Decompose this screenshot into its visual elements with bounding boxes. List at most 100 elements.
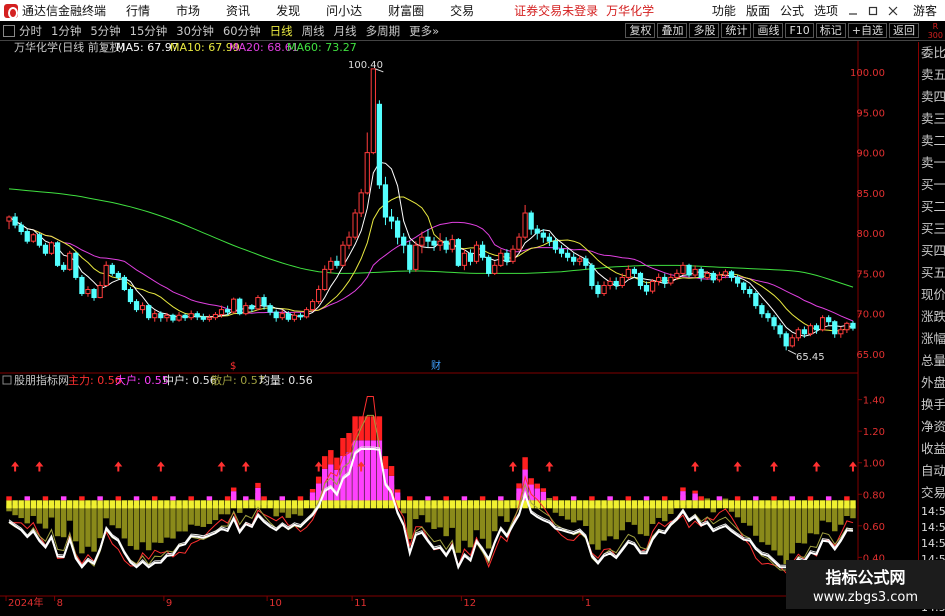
bar-zhonghu (698, 500, 704, 509)
period-weekly[interactable]: 周线 (302, 23, 325, 39)
bar-zhonghu (461, 500, 468, 509)
time-tick-label: 2024年 (8, 596, 43, 609)
menu-zixun[interactable]: 资讯 (226, 2, 250, 19)
quote-field[interactable]: 交易 (919, 482, 945, 504)
quote-field[interactable]: 涨跌 (919, 306, 945, 328)
quote-field[interactable]: 涨幅 (919, 328, 945, 350)
quote-field[interactable]: 卖四 (919, 86, 945, 108)
bar-sanhu (479, 505, 486, 539)
menu-hangqing[interactable]: 行情 (126, 2, 150, 19)
tool-f10[interactable]: F10 (785, 23, 814, 38)
menu-faxian[interactable]: 发现 (276, 2, 300, 19)
quote-field[interactable]: 现价 (919, 284, 945, 306)
period-monthly[interactable]: 月线 (334, 23, 357, 39)
bar-zhonghu (200, 500, 207, 509)
period-multi[interactable]: 多周期 (366, 23, 401, 39)
bar-sanhu (79, 505, 85, 554)
quote-field[interactable]: 买五 (919, 262, 945, 284)
menu-xuanxiang[interactable]: 选项 (814, 2, 838, 19)
maximize-icon[interactable] (868, 6, 878, 16)
candle-down (479, 244, 486, 258)
bar-sanhu (73, 505, 79, 542)
buy-arrows (11, 461, 857, 472)
quote-field[interactable]: 卖一 (919, 152, 945, 174)
bar-zhonghu (91, 500, 97, 509)
candle-up (85, 289, 91, 295)
quote-field[interactable]: 净资 (919, 416, 945, 438)
quote-field[interactable]: 14:56 (919, 504, 945, 520)
quote-field[interactable]: 外盘 (919, 372, 945, 394)
candle-up (619, 276, 625, 286)
menu-wenxiaoda[interactable]: 问小达 (326, 2, 362, 19)
bar-sanhu (643, 505, 650, 536)
quote-field[interactable]: 委比 (919, 42, 945, 64)
candle-down (334, 260, 340, 266)
period-30min[interactable]: 30分钟 (176, 23, 214, 39)
user-guest[interactable]: 游客 (913, 2, 937, 19)
tool-tongji[interactable]: 统计 (721, 23, 752, 38)
page-toggle-icon[interactable] (3, 24, 15, 37)
bar-sanhu (485, 505, 492, 549)
menu-gongshi[interactable]: 公式 (780, 2, 804, 19)
quote-field[interactable]: 总量 (919, 350, 945, 372)
candle-down (455, 239, 461, 266)
tool-diejia[interactable]: 叠加 (657, 23, 688, 38)
quote-field[interactable]: 换手 (919, 394, 945, 416)
bar-zhonghu (237, 500, 243, 509)
candle-down (637, 272, 644, 286)
quote-field[interactable]: 自动 (919, 460, 945, 482)
login-status[interactable]: 证券交易未登录 (514, 2, 598, 19)
min-pointer (787, 349, 797, 355)
bar-small (79, 496, 85, 501)
period-fenshi[interactable]: 分时 (19, 23, 42, 39)
period-5min[interactable]: 5分钟 (90, 23, 120, 39)
candle-up (212, 313, 219, 319)
quote-field[interactable]: 卖三 (919, 108, 945, 130)
menu-jiaoyi[interactable]: 交易 (450, 2, 474, 19)
menu-shichang[interactable]: 市场 (176, 2, 200, 19)
bar-sanhu (97, 505, 103, 539)
quote-field[interactable]: 买四 (919, 240, 945, 262)
quote-field[interactable]: 14:56 (919, 520, 945, 536)
close-icon[interactable] (888, 6, 898, 16)
quote-field[interactable]: 14:56 (919, 536, 945, 552)
period-more[interactable]: 更多» (409, 23, 439, 39)
bar-zhonghu (400, 500, 407, 509)
candle-up (370, 68, 376, 154)
quote-field[interactable]: 买二 (919, 196, 945, 218)
tool-back[interactable]: 返回 (889, 23, 919, 38)
tool-biaoji[interactable]: 标记 (815, 23, 846, 38)
indicator-settings-icon[interactable] (2, 375, 12, 385)
bar-zhuli (334, 457, 340, 470)
tool-duogu[interactable]: 多股 (689, 23, 720, 38)
menu-gongneng[interactable]: 功能 (712, 2, 736, 19)
kline-chart[interactable]: 100.00 95.00 90.00 85.00 80.00 75.00 70.00 65.0… (0, 41, 918, 609)
quote-field[interactable]: 买三 (919, 218, 945, 240)
candle-up (231, 298, 237, 313)
bar-zhuli (680, 487, 686, 492)
period-daily[interactable]: 日线 (270, 23, 293, 39)
bar-zhonghu (115, 500, 122, 509)
bar-zhonghu (570, 500, 577, 509)
candle-down (297, 314, 304, 318)
candle-down (783, 333, 789, 347)
bar-zhonghu (558, 500, 565, 509)
menu-caifuquan[interactable]: 财富圈 (388, 2, 424, 19)
period-15min[interactable]: 15分钟 (130, 23, 168, 39)
quote-field[interactable]: 卖五 (919, 64, 945, 86)
tool-add-watchlist[interactable]: +自选 (847, 23, 887, 38)
quote-field[interactable]: 收益 (919, 438, 945, 460)
period-1min[interactable]: 1分钟 (51, 23, 81, 39)
candle-up (346, 236, 352, 246)
menu-banmian[interactable]: 版面 (746, 2, 770, 19)
period-60min[interactable]: 60分钟 (223, 23, 261, 39)
quote-field[interactable]: 卖二 (919, 130, 945, 152)
candle-up (722, 271, 729, 276)
bar-sanhu (437, 505, 443, 528)
bar-zhonghu (24, 500, 30, 509)
quote-field[interactable]: 买一 (919, 174, 945, 196)
minimize-icon[interactable] (848, 6, 858, 16)
tool-huaxian[interactable]: 画线 (753, 23, 784, 38)
tool-fuquan[interactable]: 复权 (625, 23, 656, 38)
candle-down (613, 280, 619, 286)
